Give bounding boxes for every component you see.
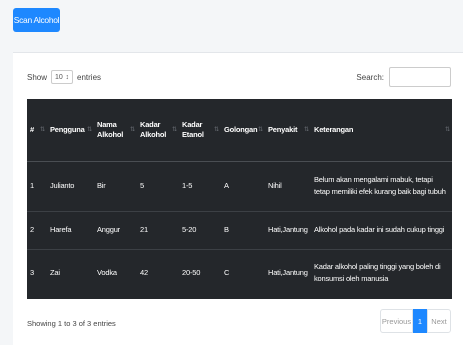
col-header-kadar-alkohol[interactable]: Kadar Alkohol ⇅ [137,99,179,162]
cell-kadar-etanol: 5-20 [179,211,221,250]
cell-kadar-etanol: 20-50 [182,268,201,278]
cell-keterangan: Alkohol pada kadar ini sudah cukup tingg… [311,211,452,250]
cell-penyakit: Hati,Jantung [268,268,308,278]
table-header-row: # ⇅ Pengguna ⇅ Nama Alkohol ⇅ Kadar Alkohol… [27,99,452,162]
table-row: 2 Harefa Anggur 21 5-20 B Hati,Jantung A… [27,211,452,250]
length-prefix: Show [27,72,48,82]
sort-icon: ⇅ [87,126,92,133]
cell-pengguna: Zai [50,268,60,278]
table-row: 3 Zai Vodka 42 20-50 C Hati,Jantung Kada… [27,249,452,297]
sort-icon: ⇅ [130,126,135,133]
length-suffix: entries [77,72,102,82]
cell-golongan: C [224,268,230,278]
cell-kadar-alkohol: 5 [137,161,179,212]
previous-page-button[interactable]: Previous [380,309,413,333]
select-arrows-icon: ↕ [65,73,70,81]
datatable-card: Show 10 ↕ entries Search: # ⇅ Pengguna ⇅ N… [13,52,463,345]
cell-keterangan: Kadar alkohol paling tinggi yang boleh d… [314,262,441,284]
cell-number: 1 [27,161,47,212]
cell-number: 2 [27,211,47,250]
cell-kadar-alkohol: 42 [140,268,148,278]
sort-icon: ⇅ [258,126,263,133]
search-label: Search: [356,72,384,82]
col-header-kadar-etanol[interactable]: Kadar Etanol ⇅ [179,99,221,162]
cell-golongan: B [221,211,265,250]
cell-kadar-etanol: 1-5 [179,161,221,212]
cell-number: 3 [30,268,34,278]
cell-penyakit: Hati,Jantung [265,211,311,250]
pagination: Previous 1 Next [380,309,451,333]
cell-pengguna: Harefa [47,211,94,250]
cell-golongan: A [221,161,265,212]
col-header-nama-alkohol[interactable]: Nama Alkohol ⇅ [94,99,137,162]
cell-nama-alkohol: Bir [94,161,137,212]
search-input[interactable] [389,67,451,87]
sort-icon: ⇅ [172,126,177,133]
length-menu: Show 10 ↕ entries [27,70,101,84]
col-header-golongan[interactable]: Golongan ⇅ [221,99,265,162]
entries-select[interactable]: 10 ↕ [51,70,74,84]
page-1-button[interactable]: 1 [413,309,427,333]
cell-pengguna: Julianto [47,161,94,212]
sort-icon: ⇅ [304,126,309,133]
table-row: 1 Julianto Bir 5 1-5 A Nihil Belum akan … [27,161,452,212]
col-header-keterangan[interactable]: Keterangan ⇅ [311,99,452,162]
cell-nama-alkohol: Vodka [97,268,117,278]
next-page-button[interactable]: Next [427,309,451,333]
sort-icon: ⇅ [40,126,45,133]
sort-icon: ⇅ [214,126,219,133]
cell-keterangan: Belum akan mengalami mabuk, tetapi tetap… [311,161,452,212]
data-table: # ⇅ Pengguna ⇅ Nama Alkohol ⇅ Kadar Alkohol… [27,99,452,299]
cell-nama-alkohol: Anggur [94,211,137,250]
col-header-pengguna[interactable]: Pengguna ⇅ [47,99,94,162]
sort-icon: ⇅ [445,126,450,133]
col-header-penyakit[interactable]: Penyakit ⇅ [265,99,311,162]
entries-select-value: 10 [55,73,63,81]
table-info: Showing 1 to 3 of 3 entries [27,319,116,328]
cell-kadar-alkohol: 21 [137,211,179,250]
col-header-number[interactable]: # ⇅ [27,99,47,162]
search-box: Search: [356,67,451,87]
cell-penyakit: Nihil [265,161,311,212]
scan-alcohol-button[interactable]: Scan Alcohol [13,8,60,32]
